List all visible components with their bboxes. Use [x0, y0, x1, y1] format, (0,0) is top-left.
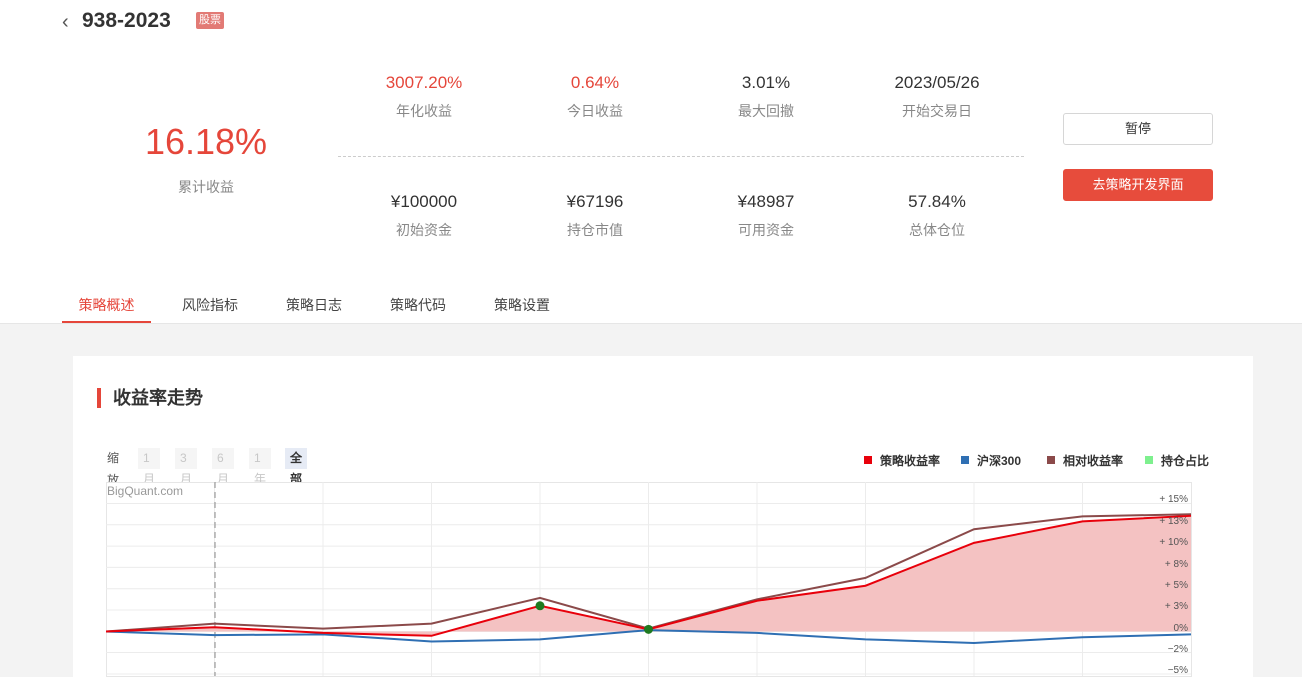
legend-label: 相对收益率 [1063, 454, 1124, 468]
stat-start-date: 2023/05/26 开始交易日 [851, 72, 1023, 120]
y-tick-label: + 15% [1159, 494, 1188, 505]
legend-label: 持仓占比 [1161, 454, 1210, 468]
stat-value: ¥67196 [566, 192, 624, 211]
cumulative-return-label: 累计收益 [178, 179, 234, 195]
zoom-3m-button[interactable]: 3月 [175, 448, 197, 486]
legend-swatch [961, 456, 969, 464]
stat-value: 0.64% [570, 73, 620, 92]
legend-item-strategy[interactable]: 策略收益率 [864, 454, 940, 468]
legend-item-relative[interactable]: 相对收益率 [1047, 454, 1123, 468]
stat-label: 持仓市值 [567, 222, 623, 238]
y-tick-label: + 10% [1159, 537, 1188, 548]
zoom-6m-button[interactable]: 6月 [212, 448, 234, 486]
stat-today-return: 0.64% 今日收益 [509, 72, 681, 120]
strategy-title: 938-2023 [82, 9, 171, 32]
y-tick-label: + 13% [1159, 516, 1188, 527]
stat-position-value: ¥67196 持仓市值 [509, 191, 681, 239]
y-tick-label: + 5% [1165, 580, 1188, 591]
zoom-1y-button[interactable]: 1年 [249, 448, 271, 486]
pause-button[interactable]: 暂停 [1063, 113, 1213, 145]
stats-divider [338, 156, 1024, 157]
tab-overview[interactable]: 策略概述 [62, 286, 151, 323]
trade-marker [644, 624, 653, 634]
strategy-header: ‹ 938-2023 股票 16.18% 累计收益 3007.20% 年化收益 … [0, 0, 1302, 324]
stat-total-position: 57.84% 总体仓位 [851, 191, 1023, 239]
stat-initial-capital: ¥100000 初始资金 [338, 191, 510, 239]
legend-swatch [864, 456, 872, 464]
stat-annual-return: 3007.20% 年化收益 [338, 72, 510, 120]
tab-log[interactable]: 策略日志 [272, 286, 356, 323]
legend-swatch [1047, 456, 1055, 464]
stat-label: 开始交易日 [902, 103, 972, 119]
type-badge: 股票 [196, 12, 224, 29]
return-trend-chart[interactable]: + 15% + 13% + 10% + 8% + 5% + 3% 0% −2% −5% [106, 482, 1194, 677]
panel-title: 收益率走势 [97, 388, 203, 408]
tab-risk-metrics[interactable]: 风险指标 [168, 286, 252, 323]
zoom-all-button[interactable]: 全部 [285, 448, 308, 486]
stat-label: 年化收益 [396, 103, 452, 119]
y-tick-label: −5% [1168, 665, 1188, 676]
y-tick-label: −2% [1168, 644, 1188, 655]
tab-settings[interactable]: 策略设置 [480, 286, 564, 323]
stat-label: 总体仓位 [909, 222, 965, 238]
go-to-dev-button[interactable]: 去策略开发界面 [1063, 169, 1213, 201]
stat-label: 最大回撤 [738, 103, 794, 119]
trade-marker [535, 601, 545, 611]
stat-max-drawdown: 3.01% 最大回撤 [680, 72, 852, 120]
chart-watermark: BigQuant.com [107, 484, 184, 498]
stat-value: 3.01% [741, 73, 791, 92]
stat-label: 初始资金 [396, 222, 452, 238]
stat-value: ¥100000 [390, 192, 458, 211]
stat-label: 可用资金 [738, 222, 794, 238]
stat-label: 今日收益 [567, 103, 623, 119]
legend-label: 沪深300 [977, 454, 1022, 468]
y-tick-label: + 3% [1165, 601, 1188, 612]
legend-label: 策略收益率 [880, 454, 941, 468]
tab-code[interactable]: 策略代码 [376, 286, 460, 323]
legend-item-benchmark[interactable]: 沪深300 [961, 454, 1021, 468]
y-tick-label: + 8% [1165, 559, 1188, 570]
legend-swatch [1145, 456, 1153, 464]
legend-item-position[interactable]: 持仓占比 [1145, 454, 1209, 468]
stat-value: ¥48987 [737, 192, 795, 211]
zoom-1m-button[interactable]: 1月 [138, 448, 160, 486]
stat-value: 57.84% [908, 192, 966, 211]
y-tick-label: 0% [1174, 623, 1189, 634]
stat-value: 2023/05/26 [894, 73, 980, 92]
cumulative-return-value: 16.18% [144, 121, 268, 162]
stat-available-cash: ¥48987 可用资金 [680, 191, 852, 239]
return-trend-panel: 收益率走势 缩放 1月 3月 6月 1年 全部 策略收益率 沪深300 相对收益… [73, 356, 1253, 677]
stat-value: 3007.20% [385, 73, 463, 92]
back-chevron-icon[interactable]: ‹ [62, 10, 69, 34]
